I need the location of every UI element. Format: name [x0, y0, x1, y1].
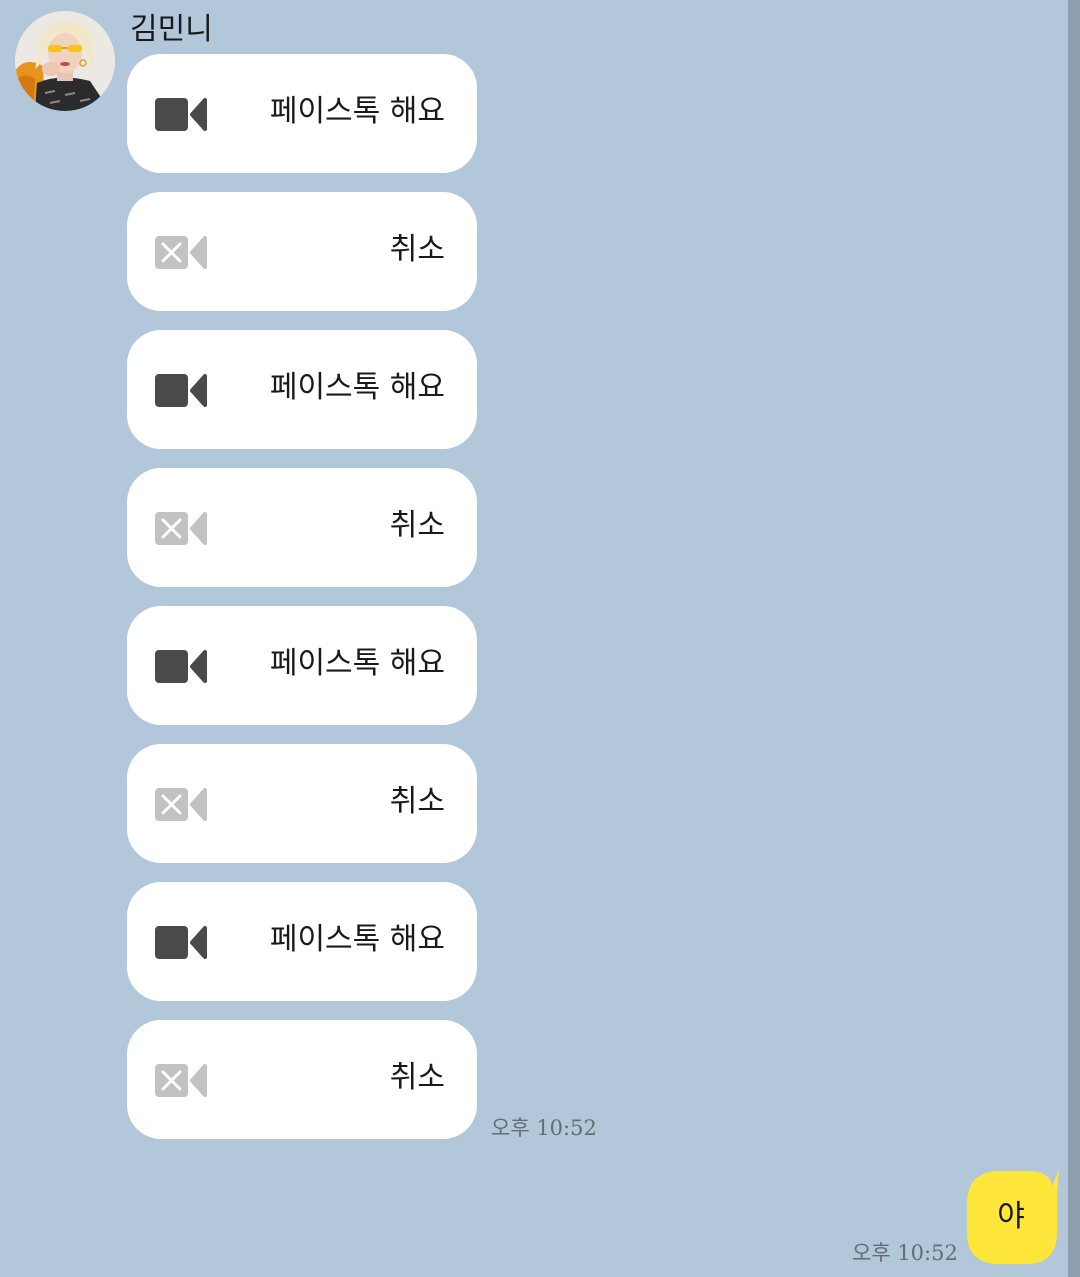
bubble-label: 취소 [389, 784, 445, 819]
bubble-label: 페이스톡 해요 [269, 370, 445, 405]
facetalk-cancel-bubble[interactable]: 취소 [127, 192, 477, 311]
my-message-bubble[interactable]: 야 [966, 1170, 1060, 1266]
bubble-label: 취소 [389, 508, 445, 543]
video-camera-icon [155, 98, 207, 131]
video-camera-icon [155, 650, 207, 683]
scrollbar[interactable] [1068, 0, 1080, 1277]
video-camera-cancelled-icon [155, 1064, 207, 1097]
video-camera-cancelled-icon [155, 788, 207, 821]
sender-avatar[interactable] [15, 11, 115, 111]
video-camera-cancelled-icon [155, 236, 207, 269]
video-camera-icon [155, 926, 207, 959]
video-camera-icon [155, 374, 207, 407]
facetalk-cancel-bubble[interactable]: 취소 [127, 744, 477, 863]
bubble-label: 취소 [389, 232, 445, 267]
facetalk-call-bubble[interactable]: 페이스톡 해요 [127, 606, 477, 725]
received-timestamp: 오후 10:52 [491, 1116, 597, 1140]
sender-name: 김민니 [130, 12, 213, 47]
sent-timestamp: 오후 10:52 [852, 1241, 958, 1265]
facetalk-call-bubble[interactable]: 페이스톡 해요 [127, 54, 477, 173]
bubble-label: 페이스톡 해요 [269, 922, 445, 957]
bubble-label: 페이스톡 해요 [269, 94, 445, 129]
profile-photo [15, 11, 115, 111]
facetalk-cancel-bubble[interactable]: 취소 [127, 468, 477, 587]
video-camera-cancelled-icon [155, 512, 207, 545]
bubble-label: 페이스톡 해요 [269, 646, 445, 681]
facetalk-call-bubble[interactable]: 페이스톡 해요 [127, 330, 477, 449]
my-message-text: 야 [997, 1199, 1025, 1234]
facetalk-call-bubble[interactable]: 페이스톡 해요 [127, 882, 477, 1001]
facetalk-cancel-bubble[interactable]: 취소 [127, 1020, 477, 1139]
bubble-label: 취소 [389, 1060, 445, 1095]
